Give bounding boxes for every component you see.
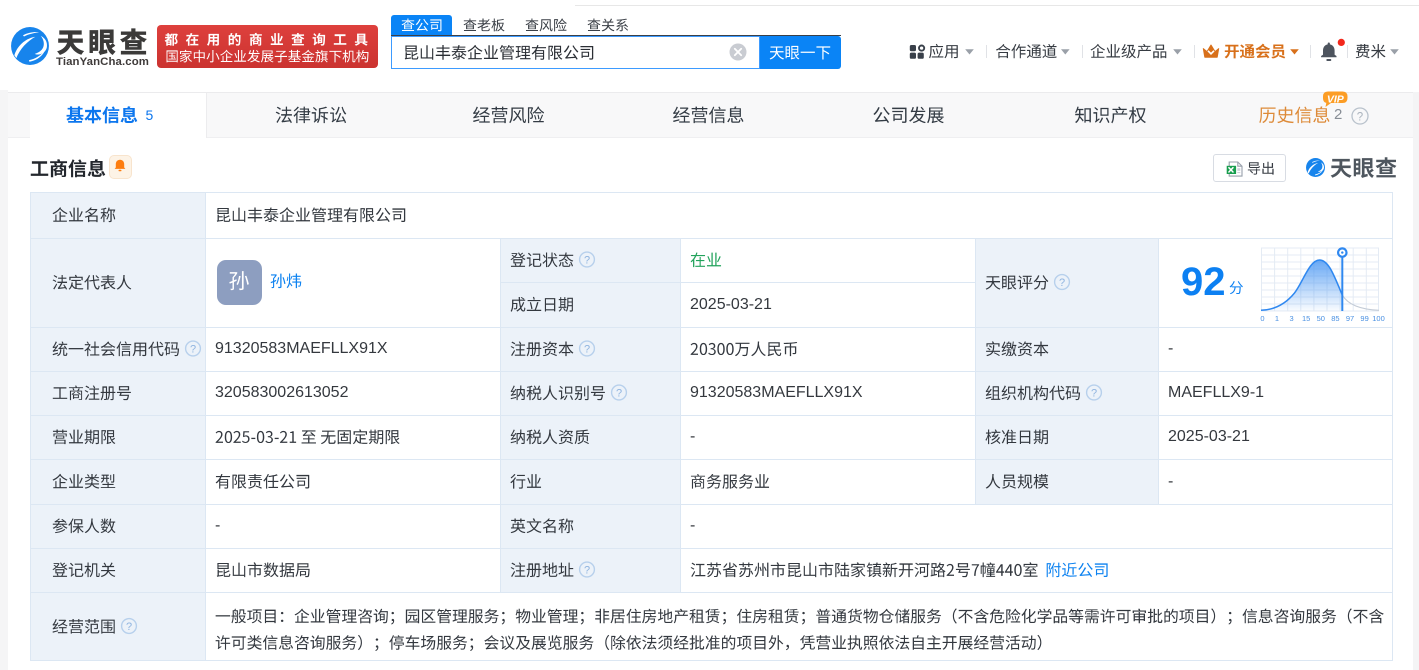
- svg-text:VIP: VIP: [1327, 93, 1345, 105]
- svg-text:?: ?: [126, 621, 132, 633]
- svg-text:?: ?: [1357, 112, 1363, 124]
- svg-text:?: ?: [584, 344, 590, 356]
- svg-text:0: 0: [1260, 314, 1264, 323]
- svg-text:?: ?: [1091, 388, 1097, 400]
- svg-text:3: 3: [1290, 314, 1294, 323]
- svg-text:?: ?: [584, 255, 590, 267]
- svg-text:?: ?: [190, 344, 196, 356]
- svg-text:?: ?: [616, 388, 622, 400]
- svg-text:100: 100: [1372, 314, 1385, 323]
- svg-text:85: 85: [1331, 314, 1339, 323]
- svg-text:?: ?: [1059, 277, 1065, 289]
- svg-text:97: 97: [1346, 314, 1354, 323]
- svg-text:1: 1: [1275, 314, 1279, 323]
- svg-text:50: 50: [1317, 314, 1325, 323]
- svg-text:?: ?: [584, 565, 590, 577]
- svg-text:15: 15: [1302, 314, 1310, 323]
- svg-text:99: 99: [1360, 314, 1368, 323]
